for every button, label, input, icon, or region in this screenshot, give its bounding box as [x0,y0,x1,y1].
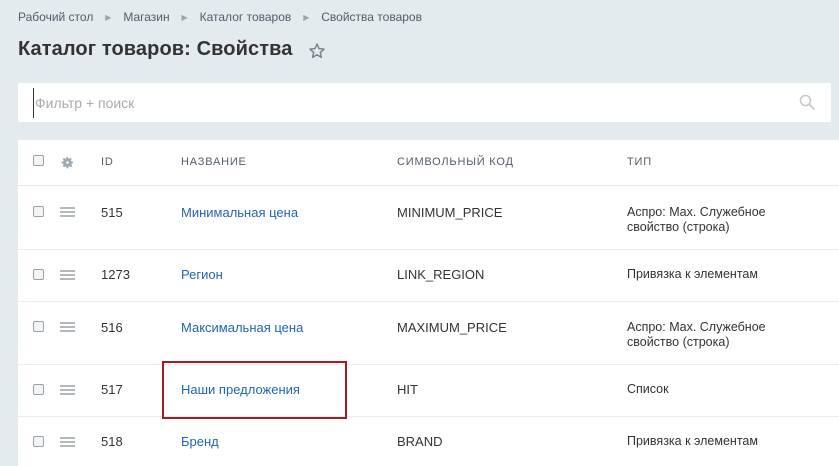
drag-handle-icon[interactable] [60,322,75,332]
chevron-right-icon: ▶ [303,12,310,22]
breadcrumb-item-shop[interactable]: Магазин [123,10,169,24]
cell-type: Привязка к элементам [627,267,817,282]
cell-id: 518 [101,434,123,449]
column-header-code[interactable]: СИМВОЛЬНЫЙ КОД [397,156,514,168]
drag-handle-icon[interactable] [60,385,75,395]
cell-type-line1: Привязка к элементам [627,267,758,281]
filter-search-bar [18,83,831,122]
cell-id: 517 [101,382,123,397]
table-row[interactable]: 517 Наши предложения HIT Список [18,365,839,417]
filter-search-input[interactable] [33,87,773,118]
table-row[interactable]: 1273 Регион LINK_REGION Привязка к элеме… [18,250,839,302]
cell-type: Привязка к элементам [627,434,817,449]
cell-name-link[interactable]: Минимальная цена [181,205,298,220]
row-checkbox[interactable] [33,384,44,395]
cell-name-link[interactable]: Бренд [181,434,219,449]
column-header-type[interactable]: ТИП [627,156,652,168]
cell-code: MAXIMUM_PRICE [397,320,507,335]
cell-type: Аспро: Max. Служебное свойство (строка) [627,205,817,235]
chevron-right-icon: ▶ [181,12,188,22]
drag-handle-icon[interactable] [60,437,75,447]
cell-type: Аспро: Max. Служебное свойство (строка) [627,320,817,350]
breadcrumb: Рабочий стол ▶ Магазин ▶ Каталог товаров… [18,10,422,24]
properties-table: ID НАЗВАНИЕ СИМВОЛЬНЫЙ КОД ТИП 515 Миним… [18,140,839,466]
cell-type-line2: свойство (строка) [627,335,730,349]
cell-type-line2: свойство (строка) [627,220,730,234]
cell-name-link[interactable]: Наши предложения [181,382,300,397]
select-all-checkbox[interactable] [33,155,44,166]
cell-name-link[interactable]: Максимальная цена [181,320,303,335]
drag-handle-icon[interactable] [60,207,75,217]
chevron-right-icon: ▶ [105,12,112,22]
cell-code: MINIMUM_PRICE [397,205,503,220]
title-row: Каталог товаров: Свойства [18,38,326,61]
cell-id: 1273 [101,267,130,282]
row-checkbox[interactable] [33,321,44,332]
cell-code: LINK_REGION [397,267,485,282]
table-row[interactable]: 518 Бренд BRAND Привязка к элементам [18,417,839,466]
table-row[interactable]: 516 Максимальная цена MAXIMUM_PRICE Аспр… [18,302,839,365]
row-checkbox[interactable] [33,436,44,447]
cell-type-line1: Аспро: Max. Служебное [627,320,766,334]
cell-type-line1: Привязка к элементам [627,434,758,448]
breadcrumb-item-properties[interactable]: Свойства товаров [321,10,422,24]
cell-type-line1: Список [627,382,669,396]
cell-name-link[interactable]: Регион [181,267,223,282]
column-header-id[interactable]: ID [101,156,114,168]
table-header: ID НАЗВАНИЕ СИМВОЛЬНЫЙ КОД ТИП [18,140,839,186]
row-checkbox[interactable] [33,269,44,280]
cell-type: Список [627,382,817,397]
cell-code: BRAND [397,434,443,449]
drag-handle-icon[interactable] [60,270,75,280]
gear-icon[interactable] [61,156,74,169]
breadcrumb-item-catalog[interactable]: Каталог товаров [200,10,292,24]
breadcrumb-item-desktop[interactable]: Рабочий стол [18,10,93,24]
column-header-name[interactable]: НАЗВАНИЕ [181,156,247,168]
row-checkbox[interactable] [33,206,44,217]
table-row[interactable]: 515 Минимальная цена MINIMUM_PRICE Аспро… [18,187,839,250]
cell-id: 516 [101,320,123,335]
cell-code: HIT [397,382,418,397]
cell-type-line1: Аспро: Max. Служебное [627,205,766,219]
star-icon[interactable] [308,42,326,60]
page-title: Каталог товаров: Свойства [18,38,293,60]
search-icon[interactable] [799,94,815,110]
cell-id: 515 [101,205,123,220]
